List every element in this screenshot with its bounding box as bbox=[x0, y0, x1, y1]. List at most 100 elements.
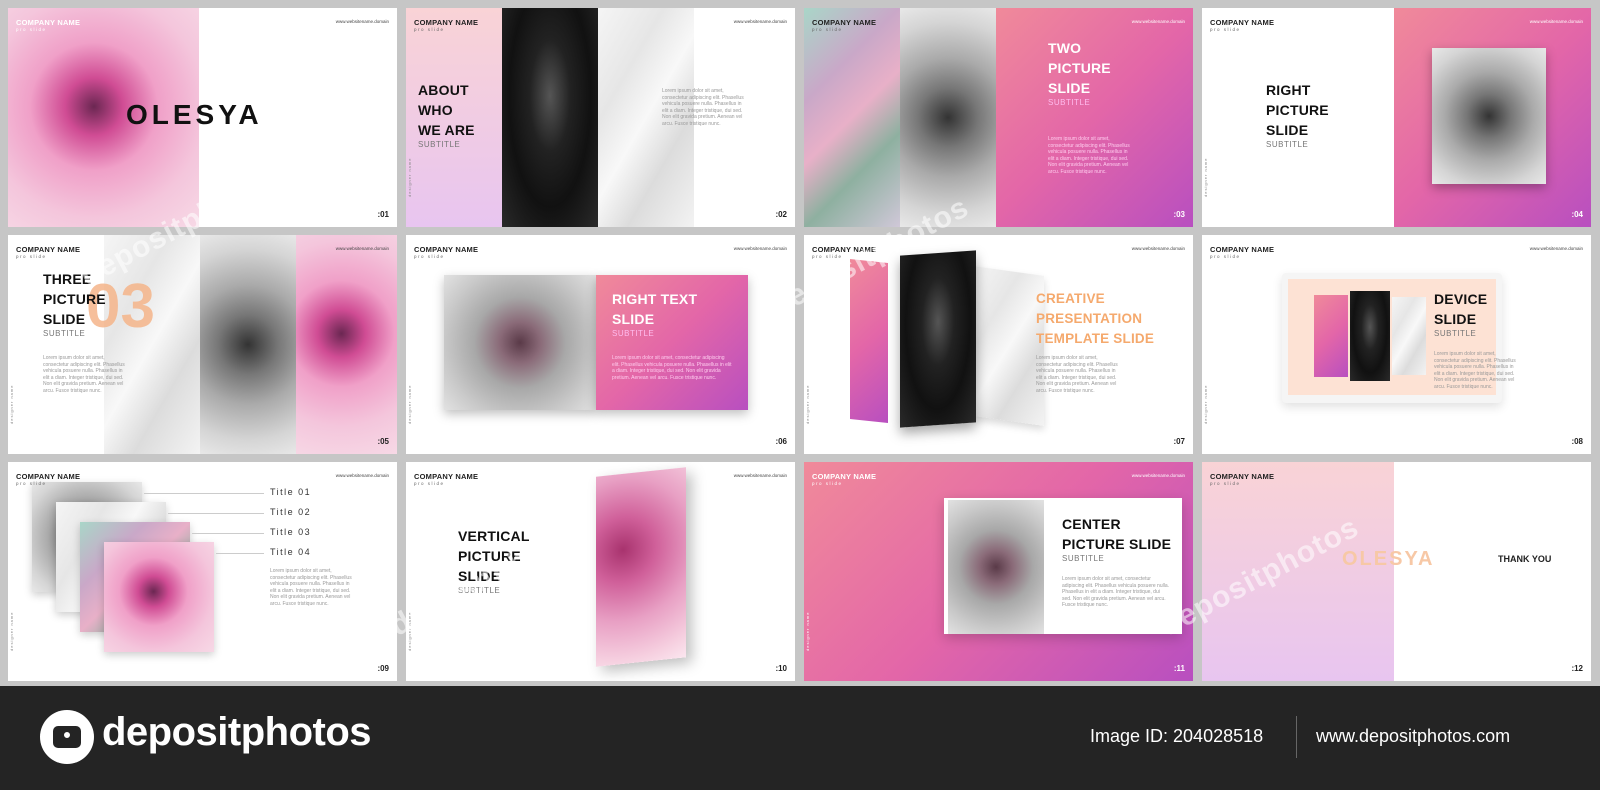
slide-03[interactable]: COMPANY NAME pro slide www.websitename.d… bbox=[804, 8, 1193, 227]
slide-tag: pro slide bbox=[1210, 27, 1241, 32]
slide-tag: pro slide bbox=[16, 254, 47, 259]
flower-image bbox=[444, 275, 596, 410]
company-name: COMPANY NAME bbox=[812, 472, 877, 481]
multicolor-texture-image bbox=[804, 8, 900, 227]
slide-tag: pro slide bbox=[16, 27, 47, 32]
pink-gradient-panel bbox=[1202, 462, 1394, 681]
title-line-3: WE ARE bbox=[418, 122, 475, 138]
black-panel bbox=[900, 250, 976, 428]
body-text: Lorem ipsum dolor sit amet, consectetur … bbox=[43, 355, 125, 394]
slide-title: ABOUT WHO WE ARE SUBTITLE bbox=[418, 80, 475, 150]
website-domain: www.websitename.domain bbox=[335, 19, 389, 24]
title-line-1: RIGHT TEXT bbox=[612, 291, 698, 307]
body-text: Lorem ipsum dolor sit amet, consectetur … bbox=[612, 355, 732, 381]
slide-08[interactable]: COMPANY NAME pro slide www.websitename.d… bbox=[1202, 235, 1591, 454]
title-line-2: SLIDE bbox=[1434, 311, 1477, 327]
title-connector-4 bbox=[216, 553, 264, 554]
slide-12[interactable]: COMPANY NAME pro slide OLESYA THANK YOU … bbox=[1202, 462, 1591, 681]
title-line-2: PICTURE bbox=[43, 291, 106, 307]
slide-04[interactable]: COMPANY NAME pro slide www.websitename.d… bbox=[1202, 8, 1591, 227]
image-id: Image ID: 204028518 bbox=[1090, 726, 1264, 746]
company-name: COMPANY NAME bbox=[16, 472, 81, 481]
designer-name: designer name bbox=[805, 611, 810, 651]
slide-number: :07 bbox=[1173, 437, 1185, 446]
title-line-3: SLIDE bbox=[458, 568, 501, 584]
designer-name: designer name bbox=[407, 611, 412, 651]
slide-subtitle: SUBTITLE bbox=[1434, 329, 1477, 338]
footer-divider bbox=[1296, 716, 1297, 758]
gray-flower-image bbox=[1432, 48, 1546, 184]
designer-name: designer name bbox=[407, 157, 412, 197]
slide-tag: pro slide bbox=[1210, 481, 1241, 486]
title-line-1: TWO bbox=[1048, 40, 1082, 56]
brand-logo-text: depositphotos bbox=[102, 710, 372, 754]
slide-number: :02 bbox=[775, 210, 787, 219]
slide-number: :12 bbox=[1571, 664, 1583, 673]
website-domain: www.websitename.domain bbox=[335, 246, 389, 251]
slide-07[interactable]: COMPANY NAME pro slide www.websitename.d… bbox=[804, 235, 1193, 454]
company-name: COMPANY NAME bbox=[1210, 18, 1275, 27]
center-flower-image bbox=[948, 500, 1044, 634]
slide-subtitle: SUBTITLE bbox=[1266, 140, 1309, 149]
company-name: COMPANY NAME bbox=[1210, 472, 1275, 481]
slide-number: :11 bbox=[1173, 664, 1185, 673]
title-line-2: PRESENTATION bbox=[1036, 311, 1143, 326]
designer-name: designer name bbox=[9, 611, 14, 651]
title-line-1: DEVICE bbox=[1434, 291, 1488, 307]
company-name: COMPANY NAME bbox=[16, 18, 81, 27]
slide-number: :05 bbox=[377, 437, 389, 446]
title-line-1: RIGHT bbox=[1266, 82, 1311, 98]
website-domain: www.websitename.domain bbox=[733, 19, 787, 24]
slide-title: DEVICE SLIDE SUBTITLE bbox=[1434, 289, 1487, 339]
site-url[interactable]: www.depositphotos.com bbox=[1316, 726, 1510, 747]
gray-texture-image bbox=[200, 235, 296, 454]
slide-title: OLESYA bbox=[1342, 548, 1435, 570]
gray-building-image bbox=[900, 8, 996, 227]
title-item-4: Title 04 bbox=[270, 547, 312, 557]
slide-10[interactable]: COMPANY NAME pro slide www.websitename.d… bbox=[406, 462, 795, 681]
website-domain: www.websitename.domain bbox=[1529, 246, 1583, 251]
website-domain: www.websitename.domain bbox=[1529, 19, 1583, 24]
slide-title: CENTER PICTURE SLIDE SUBTITLE bbox=[1062, 514, 1171, 564]
slide-tag: pro slide bbox=[812, 481, 843, 486]
title-line-2: PICTURE SLIDE bbox=[1062, 536, 1172, 552]
company-name: COMPANY NAME bbox=[812, 245, 877, 254]
footer-bar: depositphotos Image ID: 204028518 www.de… bbox=[0, 686, 1600, 790]
body-text: Lorem ipsum dolor sit amet, consectetur … bbox=[1062, 576, 1170, 608]
company-name: COMPANY NAME bbox=[414, 18, 479, 27]
title-item-3: Title 03 bbox=[270, 527, 312, 537]
company-name: COMPANY NAME bbox=[1210, 245, 1275, 254]
title-line-2: PICTURE bbox=[458, 548, 521, 564]
slide-05[interactable]: COMPANY NAME pro slide www.websitename.d… bbox=[8, 235, 397, 454]
slide-title: VERTICAL PICTURE SLIDE SUBTITLE bbox=[458, 526, 530, 596]
slide-tag: pro slide bbox=[812, 27, 843, 32]
title-line-2: PICTURE bbox=[1048, 60, 1111, 76]
title-line-1: THREE bbox=[43, 271, 92, 287]
slide-11[interactable]: COMPANY NAME pro slide www.websitename.d… bbox=[804, 462, 1193, 681]
body-text: Lorem ipsum dolor sit amet, consectetur … bbox=[662, 88, 744, 127]
title-line-3: SLIDE bbox=[43, 311, 86, 327]
body-text: Lorem ipsum dolor sit amet, consectetur … bbox=[1036, 355, 1118, 394]
designer-name: designer name bbox=[1203, 384, 1208, 424]
website-domain: www.websitename.domain bbox=[1131, 246, 1185, 251]
website-domain: www.websitename.domain bbox=[733, 246, 787, 251]
title-line-3: TEMPLATE SLIDE bbox=[1036, 331, 1155, 346]
pink-building-image bbox=[296, 235, 397, 454]
slide-subtitle: SUBTITLE bbox=[1048, 98, 1091, 107]
slide-number: :09 bbox=[377, 664, 389, 673]
title-item-1: Title 01 bbox=[270, 487, 312, 497]
slide-06[interactable]: COMPANY NAME pro slide www.websitename.d… bbox=[406, 235, 795, 454]
website-domain: www.websitename.domain bbox=[335, 473, 389, 478]
slide-09[interactable]: Title 01 Title 02 Title 03 Title 04 COMP… bbox=[8, 462, 397, 681]
slide-02[interactable]: COMPANY NAME pro slide www.websitename.d… bbox=[406, 8, 795, 227]
title-line-1: VERTICAL bbox=[458, 528, 530, 544]
camera-lens-icon bbox=[61, 729, 73, 741]
pink-panel bbox=[1314, 295, 1348, 377]
slide-tag: pro slide bbox=[414, 254, 445, 259]
slide-01[interactable]: COMPANY NAME pro slide www.websitename.d… bbox=[8, 8, 397, 227]
company-name: COMPANY NAME bbox=[812, 18, 877, 27]
title-connector-2 bbox=[168, 513, 264, 514]
slide-grid: COMPANY NAME pro slide www.websitename.d… bbox=[0, 0, 1600, 686]
slide-title: THREE PICTURE SLIDE SUBTITLE bbox=[43, 269, 106, 339]
slide-number: :03 bbox=[1173, 210, 1185, 219]
